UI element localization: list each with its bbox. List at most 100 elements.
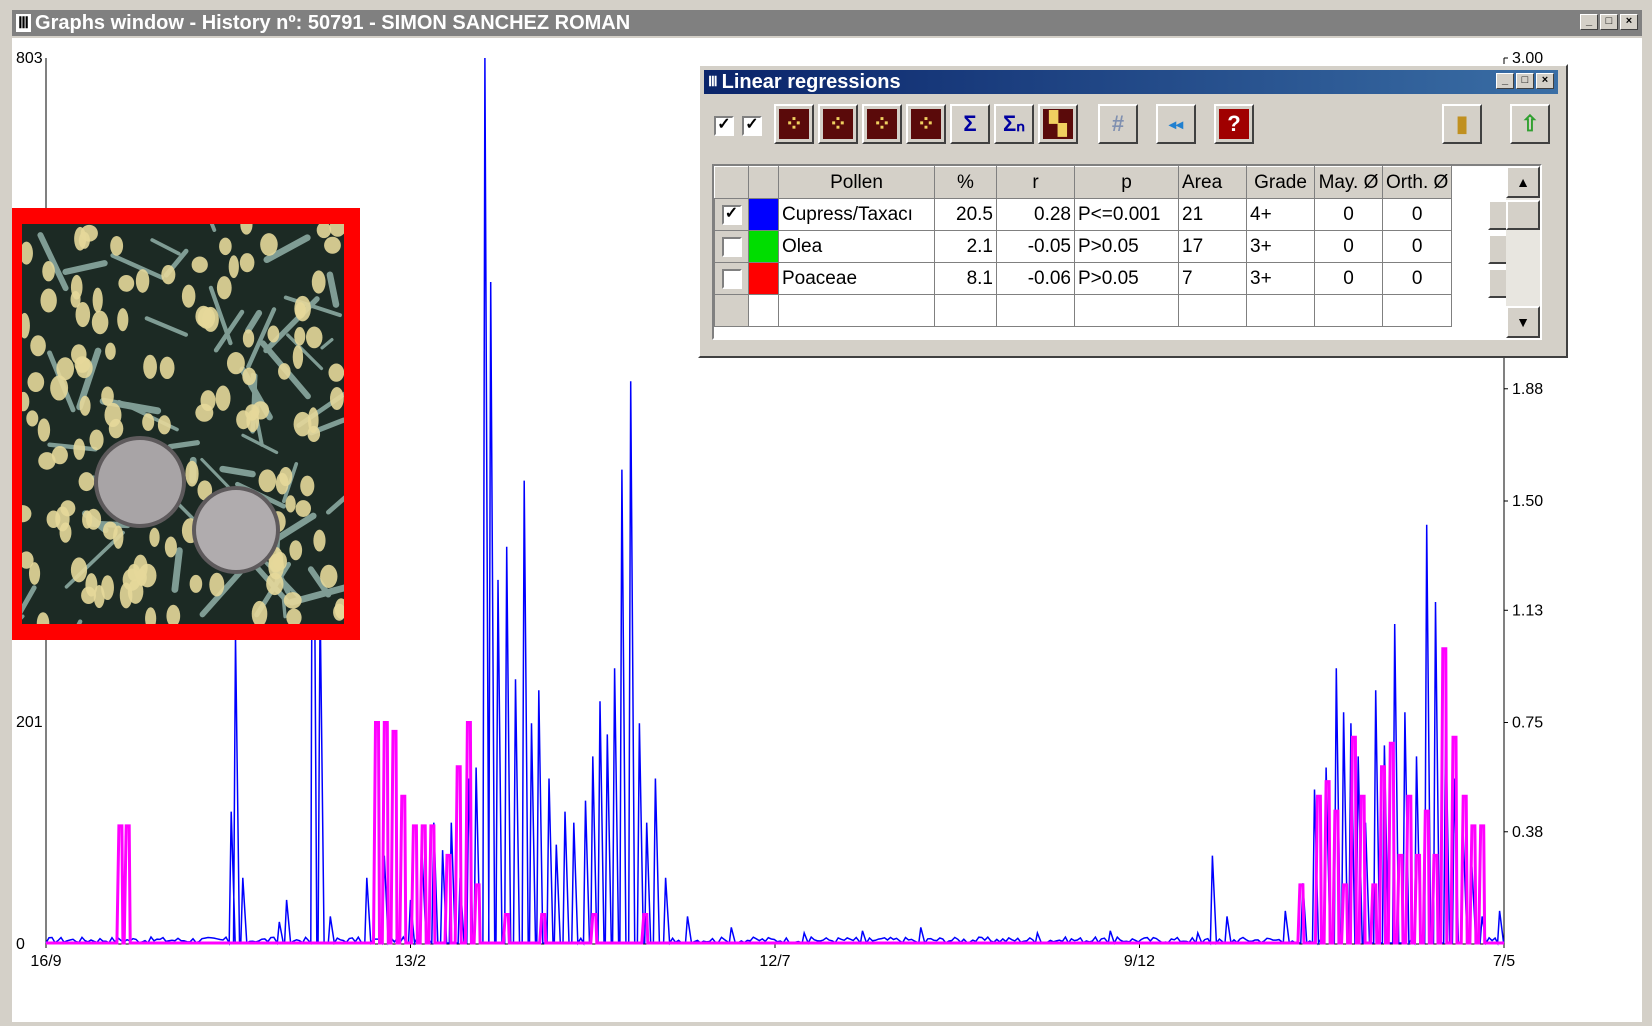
scroll-thumb[interactable] — [1506, 200, 1540, 230]
scroll-up-button[interactable]: ▲ — [1506, 166, 1540, 198]
cypress-photo — [22, 224, 344, 624]
branch — [325, 495, 344, 515]
lr-window-menu-icon[interactable]: Ⅲ — [708, 74, 718, 90]
pollen-cone — [149, 527, 160, 547]
pollen-cone — [215, 385, 231, 411]
lr-close-button[interactable]: × — [1536, 73, 1554, 89]
cypress-cone — [94, 436, 186, 528]
col-header-p[interactable]: p — [1074, 166, 1179, 199]
col-header-orth[interactable]: Orth. Ø — [1381, 166, 1453, 199]
percent-cell: 8.1 — [934, 262, 997, 295]
pollen-cone — [92, 287, 103, 313]
p-cell: P<=0.001 — [1074, 198, 1179, 231]
linear-regressions-titlebar[interactable]: Ⅲ Linear regressions _ □ × — [704, 70, 1558, 94]
pollen-cone — [292, 345, 304, 370]
col-header-pollen[interactable]: Pollen — [778, 166, 935, 199]
branch — [37, 232, 69, 292]
x-tick-label: 13/2 — [395, 953, 426, 970]
toolbar-checkbox-2[interactable]: ✓ — [742, 116, 762, 136]
up-button[interactable]: ⇧ — [1510, 104, 1550, 144]
pollen-cone — [311, 270, 326, 294]
help-button[interactable]: ? — [1214, 104, 1254, 144]
pollen-cone — [101, 386, 114, 406]
scroll-down-button[interactable]: ▼ — [1506, 306, 1540, 338]
branch — [171, 547, 183, 593]
pollen-cone — [42, 261, 55, 282]
mayor-cell: 0 — [1314, 198, 1383, 231]
scatter-plot-4-button[interactable]: ⁘ — [906, 104, 946, 144]
col-header-color[interactable] — [748, 166, 779, 199]
pollen-cone — [166, 604, 181, 624]
table-row[interactable]: Poaceae 8.1 -0.06 P>0.05 7 3+ 0 0 — [714, 262, 1453, 295]
pollen-cone — [329, 224, 344, 237]
grid-button[interactable]: # — [1098, 104, 1138, 144]
pollen-cone — [278, 363, 291, 380]
regressions-table[interactable]: Pollen % r p Area Grade May. Ø Orth. Ø ✓… — [712, 164, 1542, 340]
x-tick-label: 16/9 — [30, 953, 61, 970]
r-cell: 0.28 — [996, 198, 1075, 231]
table-row-empty[interactable] — [714, 294, 1453, 327]
pollen-cone — [267, 325, 280, 343]
lr-maximize-button[interactable]: □ — [1516, 73, 1534, 89]
empty-cell — [1074, 294, 1179, 327]
pollen-cone — [22, 241, 33, 265]
scatter-plot-3-button[interactable]: ⁘ — [862, 104, 902, 144]
row-checkbox-cell[interactable]: ✓ — [714, 198, 749, 231]
sum-n-button[interactable]: Σₙ — [994, 104, 1034, 144]
exit-button[interactable]: ▮ — [1442, 104, 1482, 144]
pollen-cone — [105, 342, 116, 360]
toolbar-checkbox-1[interactable]: ✓ — [714, 116, 734, 136]
table-row[interactable]: ✓ Cupress/Taxacı 20.5 0.28 P<=0.001 21 4… — [714, 198, 1453, 231]
col-header-check[interactable] — [714, 166, 749, 199]
pollen-cone — [78, 472, 95, 492]
p-cell: P>0.05 — [1074, 230, 1179, 263]
color-swatch[interactable] — [748, 198, 779, 231]
col-header-r[interactable]: r — [996, 166, 1075, 199]
branch — [22, 614, 25, 620]
pollen-cone — [161, 264, 176, 285]
chart-type-button[interactable]: ▚ — [1038, 104, 1078, 144]
col-header-area[interactable]: Area — [1178, 166, 1247, 199]
color-swatch[interactable] — [748, 230, 779, 263]
pollen-cone — [200, 390, 216, 412]
window-menu-icon[interactable]: Ⅲ — [16, 14, 32, 32]
pollen-cone — [40, 288, 57, 313]
sum-button[interactable]: Σ — [950, 104, 990, 144]
color-swatch[interactable] — [748, 262, 779, 295]
pollen-cone — [328, 363, 344, 382]
col-header-percent[interactable]: % — [934, 166, 997, 199]
row-checkbox-cell[interactable] — [714, 230, 749, 263]
pollen-cone — [81, 586, 97, 605]
col-header-mayor[interactable]: May. Ø — [1314, 166, 1383, 199]
pollen-cone — [118, 274, 135, 292]
maximize-button[interactable]: □ — [1600, 14, 1618, 30]
pollen-cone — [305, 326, 323, 349]
graphs-window-titlebar[interactable]: Ⅲ Graphs window - History nº: 50791 - SI… — [12, 10, 1642, 36]
row-checkbox[interactable]: ✓ — [721, 204, 742, 225]
row-checkbox[interactable] — [721, 236, 742, 257]
minimize-button[interactable]: _ — [1580, 14, 1598, 30]
row-checkbox-cell[interactable] — [714, 262, 749, 295]
pollen-cone — [300, 475, 315, 497]
table-row[interactable]: Olea 2.1 -0.05 P>0.05 17 3+ 0 0 — [714, 230, 1453, 263]
empty-cell — [1381, 294, 1453, 327]
rewind-button[interactable]: ◂◂ — [1156, 104, 1196, 144]
lr-minimize-button[interactable]: _ — [1496, 73, 1514, 89]
pollen-cone — [189, 574, 203, 593]
pollen-cone — [70, 557, 88, 583]
scatter-plot-1-button[interactable]: ⁘ — [774, 104, 814, 144]
pollen-cone — [142, 413, 155, 431]
pollen-cone — [228, 255, 239, 279]
pollen-cone — [117, 308, 129, 332]
pollen-cone — [91, 310, 109, 335]
close-button[interactable]: × — [1620, 14, 1638, 30]
table-scrollbar[interactable]: ▲ ▼ — [1506, 166, 1540, 338]
pollen-cone — [181, 284, 196, 308]
scatter-plot-2-button[interactable]: ⁘ — [818, 104, 858, 144]
empty-cell — [996, 294, 1075, 327]
pollen-cone — [36, 612, 50, 624]
row-checkbox[interactable] — [721, 268, 742, 289]
pollen-cone — [320, 564, 338, 589]
pollen-cone — [136, 569, 147, 586]
col-header-grade[interactable]: Grade — [1246, 166, 1315, 199]
